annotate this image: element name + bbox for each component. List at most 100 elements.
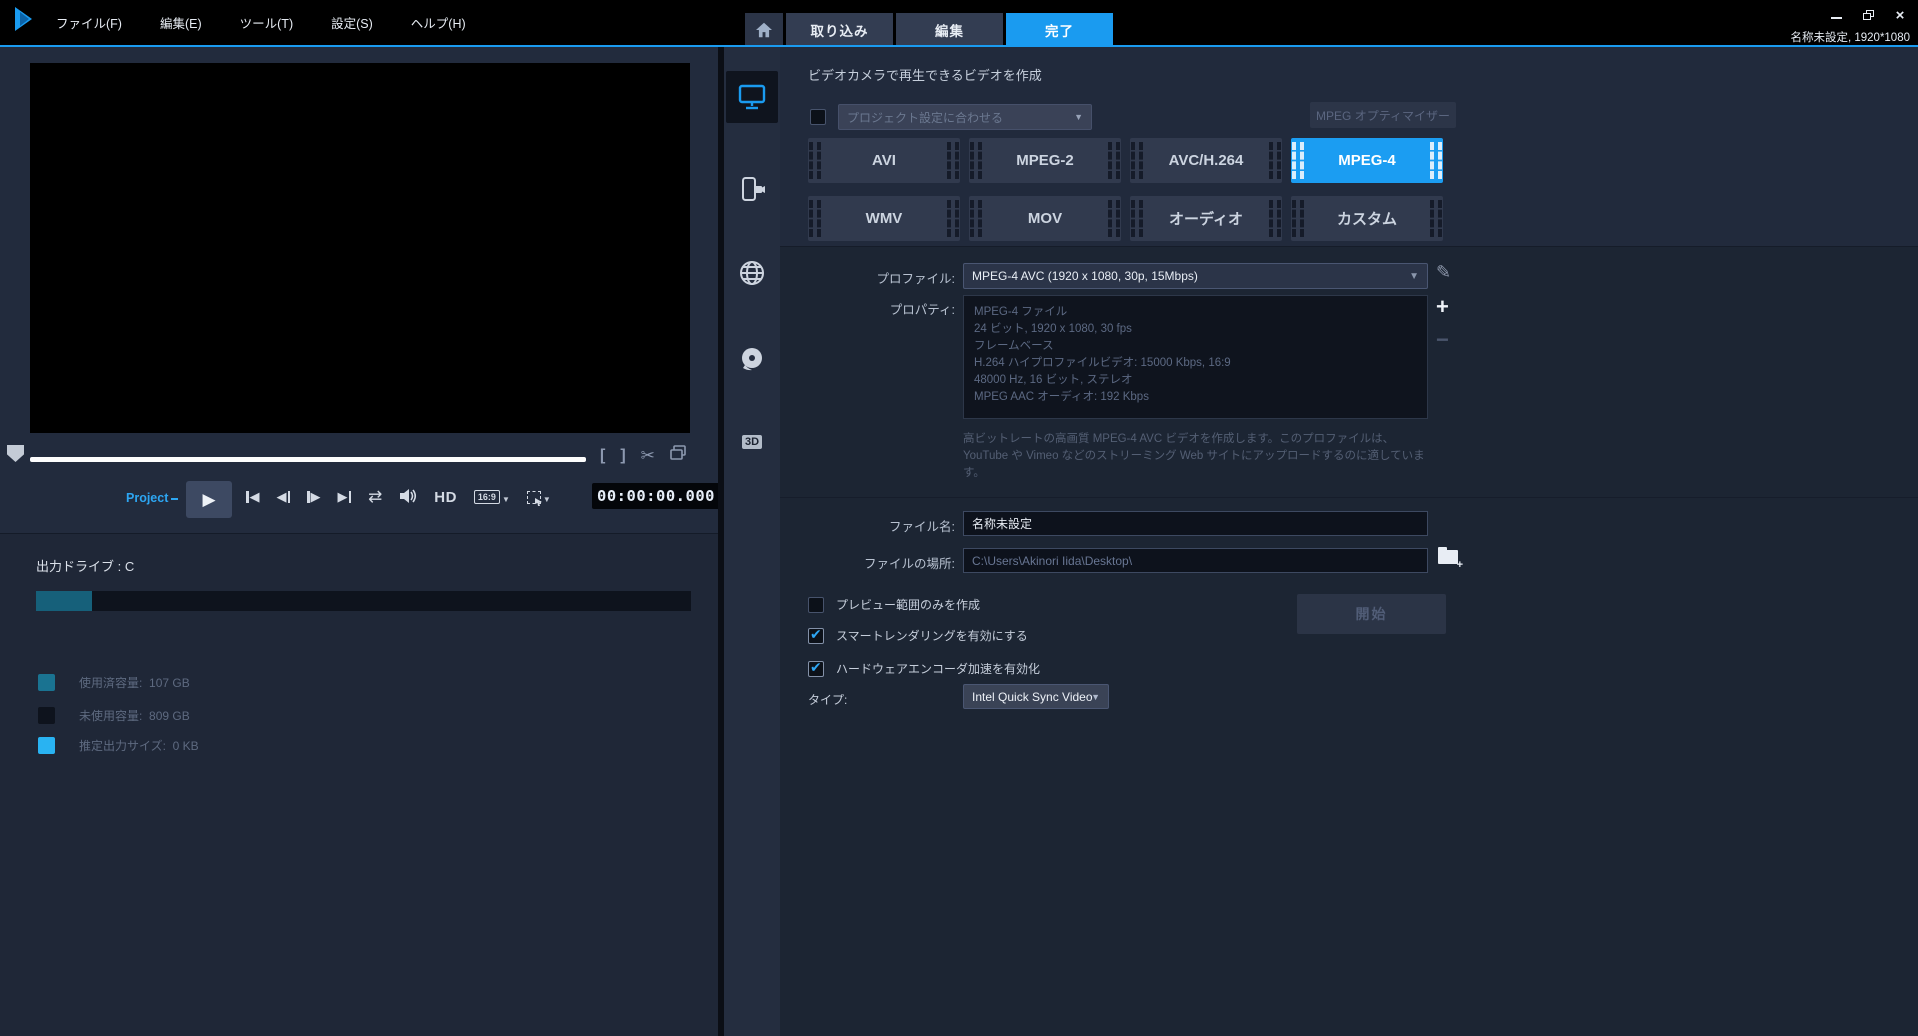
project-caret-icon bbox=[171, 498, 178, 500]
match-project-row: プロジェクト設定に合わせる ▼ bbox=[810, 104, 1092, 130]
app-window: ファイル(F) 編集(E) ツール(T) 設定(S) ヘルプ(H) 取り込み 編… bbox=[0, 0, 1918, 1036]
dropdown-caret-icon: ▼ bbox=[1074, 112, 1083, 122]
format-audio[interactable]: オーディオ bbox=[1130, 196, 1282, 241]
workspace-tabs: 取り込み 編集 完了 bbox=[745, 13, 1113, 47]
legend-used: 使用済容量: 107 GB bbox=[38, 674, 190, 691]
match-project-dropdown[interactable]: プロジェクト設定に合わせる ▼ bbox=[838, 104, 1092, 130]
format-grid: AVI MPEG-2 AVC/H.264 MPEG-4 WMV MOV オーディ… bbox=[808, 138, 1443, 241]
hd-preview-toggle[interactable]: HD bbox=[434, 489, 457, 506]
3d-icon: 3D bbox=[742, 435, 762, 449]
app-logo-icon bbox=[12, 6, 42, 32]
timecode-display[interactable]: 00:00:00.000 bbox=[592, 483, 720, 509]
go-start-button[interactable]: ◀ bbox=[246, 489, 260, 505]
monitor-icon bbox=[738, 84, 766, 110]
menu-help[interactable]: ヘルプ(H) bbox=[407, 10, 470, 35]
legend-estimated: 推定出力サイズ: 0 KB bbox=[38, 737, 199, 754]
project-status-text: 名称未設定, 1920*1080 bbox=[1790, 29, 1910, 45]
aspect-ratio-button[interactable]: 16:9 ▼ bbox=[474, 490, 510, 504]
window-controls: × bbox=[1828, 8, 1908, 22]
legend-used-swatch bbox=[38, 674, 55, 691]
filename-input[interactable]: 名称未設定 bbox=[963, 511, 1428, 536]
encoder-type-dropdown[interactable]: Intel Quick Sync Video ▼ bbox=[963, 684, 1109, 709]
share-panel: ビデオカメラで再生できるビデオを作成 プロジェクト設定に合わせる ▼ MPEG … bbox=[780, 47, 1918, 1036]
mark-out-button[interactable]: ] bbox=[620, 447, 625, 465]
preview-panel: [ ] ✂ Project ▶ ◀ ◀ ▶ bbox=[0, 47, 718, 1036]
encoder-type-label: タイプ: bbox=[808, 691, 847, 708]
hw-encoder-checkbox[interactable] bbox=[808, 661, 824, 677]
home-tab-button[interactable] bbox=[745, 13, 783, 47]
preview-range-checkbox[interactable] bbox=[808, 597, 824, 613]
edit-profile-button[interactable]: ✎ bbox=[1436, 262, 1451, 283]
trim-controls: [ ] ✂ bbox=[600, 445, 686, 466]
menu-tools[interactable]: ツール(T) bbox=[236, 10, 297, 35]
seek-bar[interactable] bbox=[30, 457, 586, 462]
category-web-button[interactable] bbox=[724, 255, 780, 291]
menu-file[interactable]: ファイル(F) bbox=[52, 10, 126, 35]
profile-label: プロファイル: bbox=[780, 268, 955, 287]
minimize-button[interactable] bbox=[1828, 8, 1844, 22]
format-wmv[interactable]: WMV bbox=[808, 196, 960, 241]
share-heading: ビデオカメラで再生できるビデオを作成 bbox=[808, 65, 1042, 84]
hw-encoder-row: ハードウェアエンコーダ加速を有効化 bbox=[808, 660, 1040, 677]
browse-folder-button[interactable]: + bbox=[1438, 546, 1462, 568]
enlarge-preview-icon[interactable] bbox=[670, 445, 686, 466]
title-bar: ファイル(F) 編集(E) ツール(T) 設定(S) ヘルプ(H) 取り込み 編… bbox=[0, 0, 1918, 47]
match-project-checkbox[interactable] bbox=[810, 109, 826, 125]
scrubber-marker[interactable] bbox=[7, 445, 24, 462]
start-button[interactable]: 開始 bbox=[1297, 594, 1446, 634]
filename-label: ファイル名: bbox=[780, 516, 955, 535]
output-drive-section: 出力ドライブ : C 使用済容量: 107 GB 未使用容量: 809 GB 推… bbox=[0, 534, 718, 1036]
video-preview-area bbox=[30, 63, 690, 433]
play-button[interactable]: ▶ bbox=[186, 481, 232, 518]
category-disc-button[interactable] bbox=[724, 341, 780, 377]
selection-tool-button[interactable]: ▼ bbox=[527, 491, 551, 504]
properties-label: プロパティ: bbox=[780, 299, 955, 318]
playback-mode-project[interactable]: Project bbox=[126, 491, 178, 505]
remove-profile-button[interactable]: − bbox=[1436, 327, 1449, 353]
selection-box-icon bbox=[527, 491, 541, 504]
split-clip-icon[interactable]: ✂ bbox=[641, 446, 655, 466]
repeat-button[interactable]: ⇄ bbox=[368, 487, 382, 507]
format-mpeg4[interactable]: MPEG-4 bbox=[1291, 138, 1443, 183]
prev-frame-button[interactable]: ◀ bbox=[277, 489, 291, 505]
drive-usage-bar bbox=[36, 591, 691, 611]
go-end-button[interactable]: ▶ bbox=[338, 489, 352, 505]
profile-dropdown[interactable]: MPEG-4 AVC (1920 x 1080, 30p, 15Mbps) ▼ bbox=[963, 263, 1428, 289]
menu-edit[interactable]: 編集(E) bbox=[156, 10, 206, 35]
selection-caret-icon: ▼ bbox=[543, 495, 551, 504]
location-input[interactable]: C:\Users\Akinori Iida\Desktop\ bbox=[963, 548, 1428, 573]
mpeg-optimizer-button[interactable]: MPEG オプティマイザー bbox=[1310, 102, 1456, 128]
format-custom[interactable]: カスタム bbox=[1291, 196, 1443, 241]
smart-render-checkbox[interactable] bbox=[808, 628, 824, 644]
format-avc-h264[interactable]: AVC/H.264 bbox=[1130, 138, 1282, 183]
category-3d-button[interactable]: 3D bbox=[724, 429, 780, 455]
category-device-button[interactable] bbox=[724, 172, 780, 208]
close-button[interactable]: × bbox=[1892, 8, 1908, 22]
add-profile-button[interactable]: + bbox=[1436, 294, 1449, 320]
restore-button[interactable] bbox=[1860, 8, 1876, 22]
volume-button[interactable] bbox=[399, 488, 417, 507]
location-label: ファイルの場所: bbox=[780, 553, 955, 572]
legend-free: 未使用容量: 809 GB bbox=[38, 707, 190, 724]
category-computer-button[interactable] bbox=[726, 71, 778, 123]
legend-estimated-swatch bbox=[38, 737, 55, 754]
smart-render-row: スマートレンダリングを有効にする bbox=[808, 627, 1028, 644]
format-avi[interactable]: AVI bbox=[808, 138, 960, 183]
menu-bar: ファイル(F) 編集(E) ツール(T) 設定(S) ヘルプ(H) bbox=[52, 10, 470, 35]
tab-edit[interactable]: 編集 bbox=[896, 13, 1003, 47]
output-drive-title: 出力ドライブ : C bbox=[36, 556, 134, 575]
next-frame-button[interactable]: ▶ bbox=[307, 489, 321, 505]
legend-free-swatch bbox=[38, 707, 55, 724]
profile-caret-icon: ▼ bbox=[1409, 271, 1419, 282]
properties-box: MPEG-4 ファイル 24 ビット, 1920 x 1080, 30 fps … bbox=[963, 295, 1428, 419]
tab-capture[interactable]: 取り込み bbox=[786, 13, 893, 47]
menu-settings[interactable]: 設定(S) bbox=[327, 10, 377, 35]
mark-in-button[interactable]: [ bbox=[600, 447, 605, 465]
format-mpeg2[interactable]: MPEG-2 bbox=[969, 138, 1121, 183]
tab-share[interactable]: 完了 bbox=[1006, 13, 1113, 47]
dvd-disc-icon bbox=[739, 346, 765, 372]
profile-description: 高ビットレートの高画質 MPEG-4 AVC ビデオを作成します。このプロファイ… bbox=[963, 431, 1431, 482]
drive-used-fill bbox=[36, 591, 92, 611]
main-content: [ ] ✂ Project ▶ ◀ ◀ ▶ bbox=[0, 47, 1918, 1036]
format-mov[interactable]: MOV bbox=[969, 196, 1121, 241]
